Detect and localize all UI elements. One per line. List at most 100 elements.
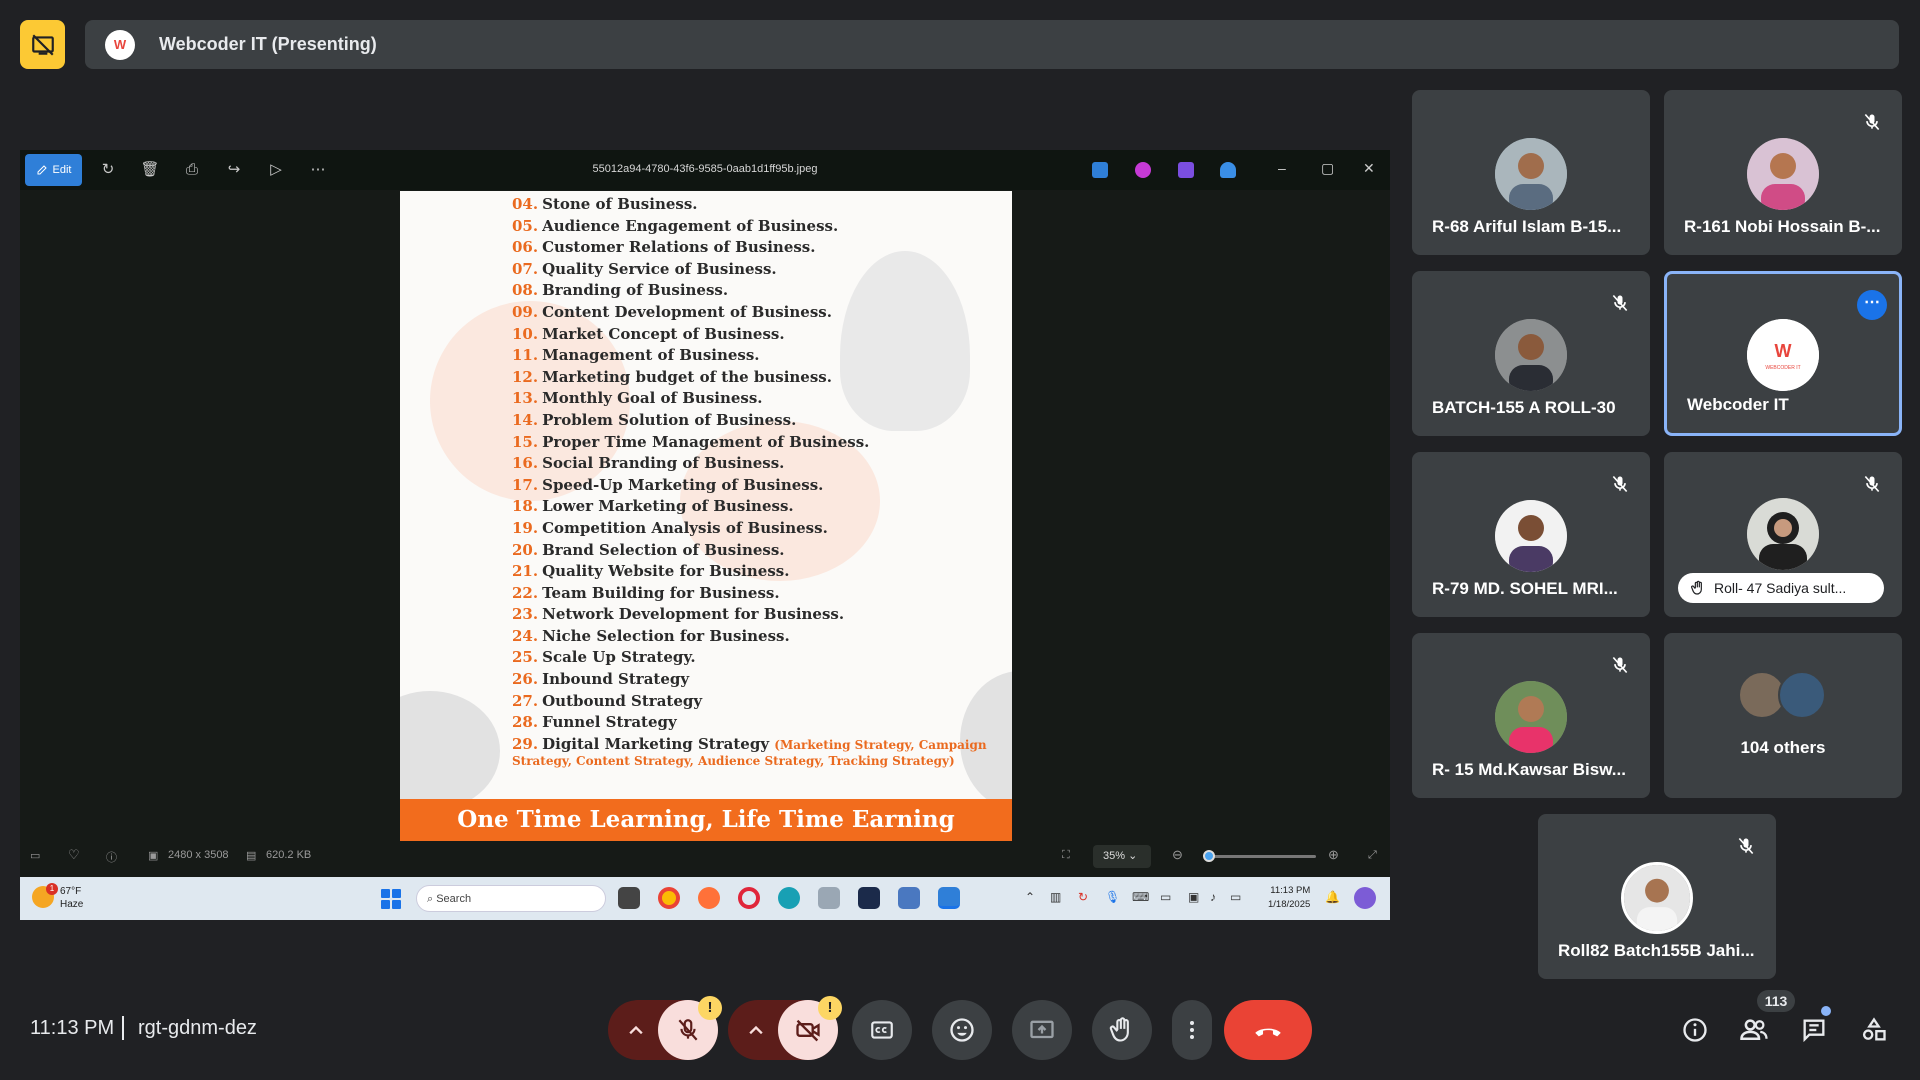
zoom-out-icon[interactable]: ⊖ <box>1172 847 1183 863</box>
avatar <box>1495 319 1567 391</box>
presenting-banner: W Webcoder IT (Presenting) <box>85 20 1899 69</box>
hand-raised-icon <box>1691 580 1702 595</box>
stop-presenting-button[interactable] <box>20 20 65 69</box>
fullscreen-icon[interactable]: ⤢ <box>1368 849 1377 862</box>
task-view-icon[interactable] <box>618 887 640 909</box>
others-tile[interactable]: 104 others <box>1664 633 1902 798</box>
participant-tile[interactable]: Roll82 Batch155B Jahi... <box>1538 814 1776 979</box>
participant-tile[interactable]: R- 15 Md.Kawsar Bisw... <box>1412 633 1650 798</box>
copilot-icon[interactable] <box>1354 887 1376 909</box>
volume-icon[interactable]: ♪ <box>1210 890 1216 904</box>
weather-desc: Haze <box>60 899 84 910</box>
people-count-badge: 113 <box>1757 990 1795 1012</box>
avatar <box>1495 681 1567 753</box>
viewer-status-bar: ▭ ♡ ⓘ ▣ 2480 x 3508 ▤ 620.2 KB ⛶ 35% ⌄ ⊖… <box>20 842 1390 870</box>
hand-icon <box>1109 1017 1129 1042</box>
onedrive-icon[interactable] <box>1220 162 1236 178</box>
chevron-up-icon[interactable]: ⌃ <box>1025 890 1035 904</box>
avatar <box>1495 138 1567 210</box>
list-item: 26. Inbound Strategy <box>512 670 690 689</box>
clipchamp-icon[interactable] <box>1178 162 1194 178</box>
microphone-icon[interactable]: 🎙 <box>1105 890 1120 904</box>
edge-icon[interactable] <box>778 887 800 909</box>
list-item: 06. Customer Relations of Business. <box>512 238 816 257</box>
list-item: 07. Quality Service of Business. <box>512 259 777 278</box>
avatar <box>1747 498 1819 570</box>
info-icon <box>1683 1018 1707 1042</box>
divider <box>122 1016 124 1040</box>
chrome-icon[interactable] <box>658 887 680 909</box>
bg-cloud <box>400 691 500 811</box>
taskbar-clock[interactable]: 11:13 PM 1/18/2025 <box>1268 884 1310 912</box>
taskbar-search[interactable]: ⌕ Search <box>416 885 606 912</box>
zoom-slider-handle[interactable] <box>1203 850 1215 862</box>
battery-icon[interactable]: ▭ <box>1230 890 1241 904</box>
participant-tile-active[interactable]: W WEBCODER IT ⋯ Webcoder IT <box>1664 271 1902 436</box>
zoom-select[interactable]: 35% ⌄ <box>1093 845 1151 868</box>
camera-options-chevron-up-icon[interactable] <box>742 1017 770 1045</box>
mic-options-chevron-up-icon[interactable] <box>622 1017 650 1045</box>
unread-indicator <box>1821 1006 1831 1016</box>
topic-list: 04. Stone of Business. 05. Audience Engage… <box>512 194 992 756</box>
notepad-icon[interactable] <box>898 887 920 909</box>
reactions-button[interactable] <box>932 1000 992 1060</box>
participant-tile[interactable]: BATCH-155 A ROLL-30 <box>1412 271 1650 436</box>
search-placeholder: Search <box>436 893 472 905</box>
zoom-slider[interactable] <box>1206 855 1316 858</box>
list-item: 10. Market Concept of Business. <box>512 324 785 343</box>
more-options-button[interactable] <box>1172 1000 1212 1060</box>
notification-bell-icon[interactable]: 🔔 <box>1325 890 1340 904</box>
file-explorer-icon[interactable] <box>818 887 840 909</box>
list-item: 04. Stone of Business. <box>512 195 698 213</box>
sync-icon[interactable]: ↻ <box>1078 890 1088 904</box>
participant-tile[interactable]: R-79 MD. SOHEL MRI... <box>1412 452 1650 617</box>
firefox-icon[interactable] <box>698 887 720 909</box>
list-item-subtext: Strategy, Content Strategy, Audience Str… <box>512 754 955 768</box>
restore-icon[interactable]: ▢ <box>1321 160 1334 177</box>
photos-taskbar-icon[interactable] <box>938 887 960 909</box>
activities-button[interactable] <box>1857 1013 1891 1047</box>
list-item: 20. Brand Selection of Business. <box>512 540 785 559</box>
list-item: 14. Problem Solution of Business. <box>512 410 797 429</box>
start-menu-icon[interactable] <box>381 889 401 909</box>
mic-off-icon <box>1732 832 1760 860</box>
minimize-icon[interactable]: – <box>1278 160 1286 176</box>
network-icon[interactable]: ▣ <box>1188 890 1199 904</box>
chat-button[interactable] <box>1797 1013 1831 1047</box>
designer-icon[interactable] <box>1135 162 1151 178</box>
webcoder-app-icon[interactable] <box>858 887 880 909</box>
list-item: 21. Quality Website for Business. <box>512 562 790 581</box>
zoom-in-icon[interactable]: ⊕ <box>1328 847 1339 863</box>
keyboard-icon[interactable]: ⌨ <box>1132 890 1149 904</box>
chat-icon <box>1803 1019 1825 1043</box>
photo-viewer-toolbar: Edit ↻ 🗑 ⎙ ↪ ▷ ⋯ 55012a94-4780-43f6-9585… <box>20 150 1390 190</box>
tray-app-icon[interactable]: ▥ <box>1050 890 1061 904</box>
participant-tile[interactable]: R-161 Nobi Hossain B-... <box>1664 90 1902 255</box>
file-size: 620.2 KB <box>266 849 312 861</box>
present-off-icon <box>31 33 54 56</box>
close-icon[interactable]: ✕ <box>1363 160 1375 177</box>
photos-app-icon[interactable] <box>1092 162 1108 178</box>
info-icon[interactable]: ⓘ <box>106 849 117 865</box>
display-icon[interactable]: ▭ <box>1160 890 1171 904</box>
opera-icon[interactable] <box>738 887 760 909</box>
list-item: 18. Lower Marketing of Business. <box>512 497 794 516</box>
raise-hand-button[interactable] <box>1092 1000 1152 1060</box>
filmstrip-icon[interactable]: ▭ <box>30 849 40 862</box>
more-options-button[interactable]: ⋯ <box>1857 290 1887 320</box>
meeting-details-button[interactable] <box>1678 1013 1712 1047</box>
document-image: 04. Stone of Business. 05. Audience Engage… <box>400 191 1012 841</box>
captions-button[interactable] <box>852 1000 912 1060</box>
leave-call-button[interactable] <box>1224 1000 1312 1060</box>
participant-name: R-161 Nobi Hossain B-... <box>1684 217 1881 236</box>
fit-icon[interactable]: ⛶ <box>1062 849 1070 862</box>
participant-tile[interactable]: Roll- 47 Sadiya sult... <box>1664 452 1902 617</box>
people-button[interactable] <box>1737 1013 1771 1047</box>
present-now-button[interactable] <box>1012 1000 1072 1060</box>
meeting-code: rgt-gdnm-dez <box>138 1017 257 1039</box>
svg-text:WEBCODER IT: WEBCODER IT <box>1765 365 1800 371</box>
list-item: 23. Network Development for Business. <box>512 605 845 624</box>
favorite-icon[interactable]: ♡ <box>68 847 80 863</box>
list-item: 17. Speed-Up Marketing of Business. <box>512 475 824 494</box>
participant-tile[interactable]: R-68 Ariful Islam B-15... <box>1412 90 1650 255</box>
